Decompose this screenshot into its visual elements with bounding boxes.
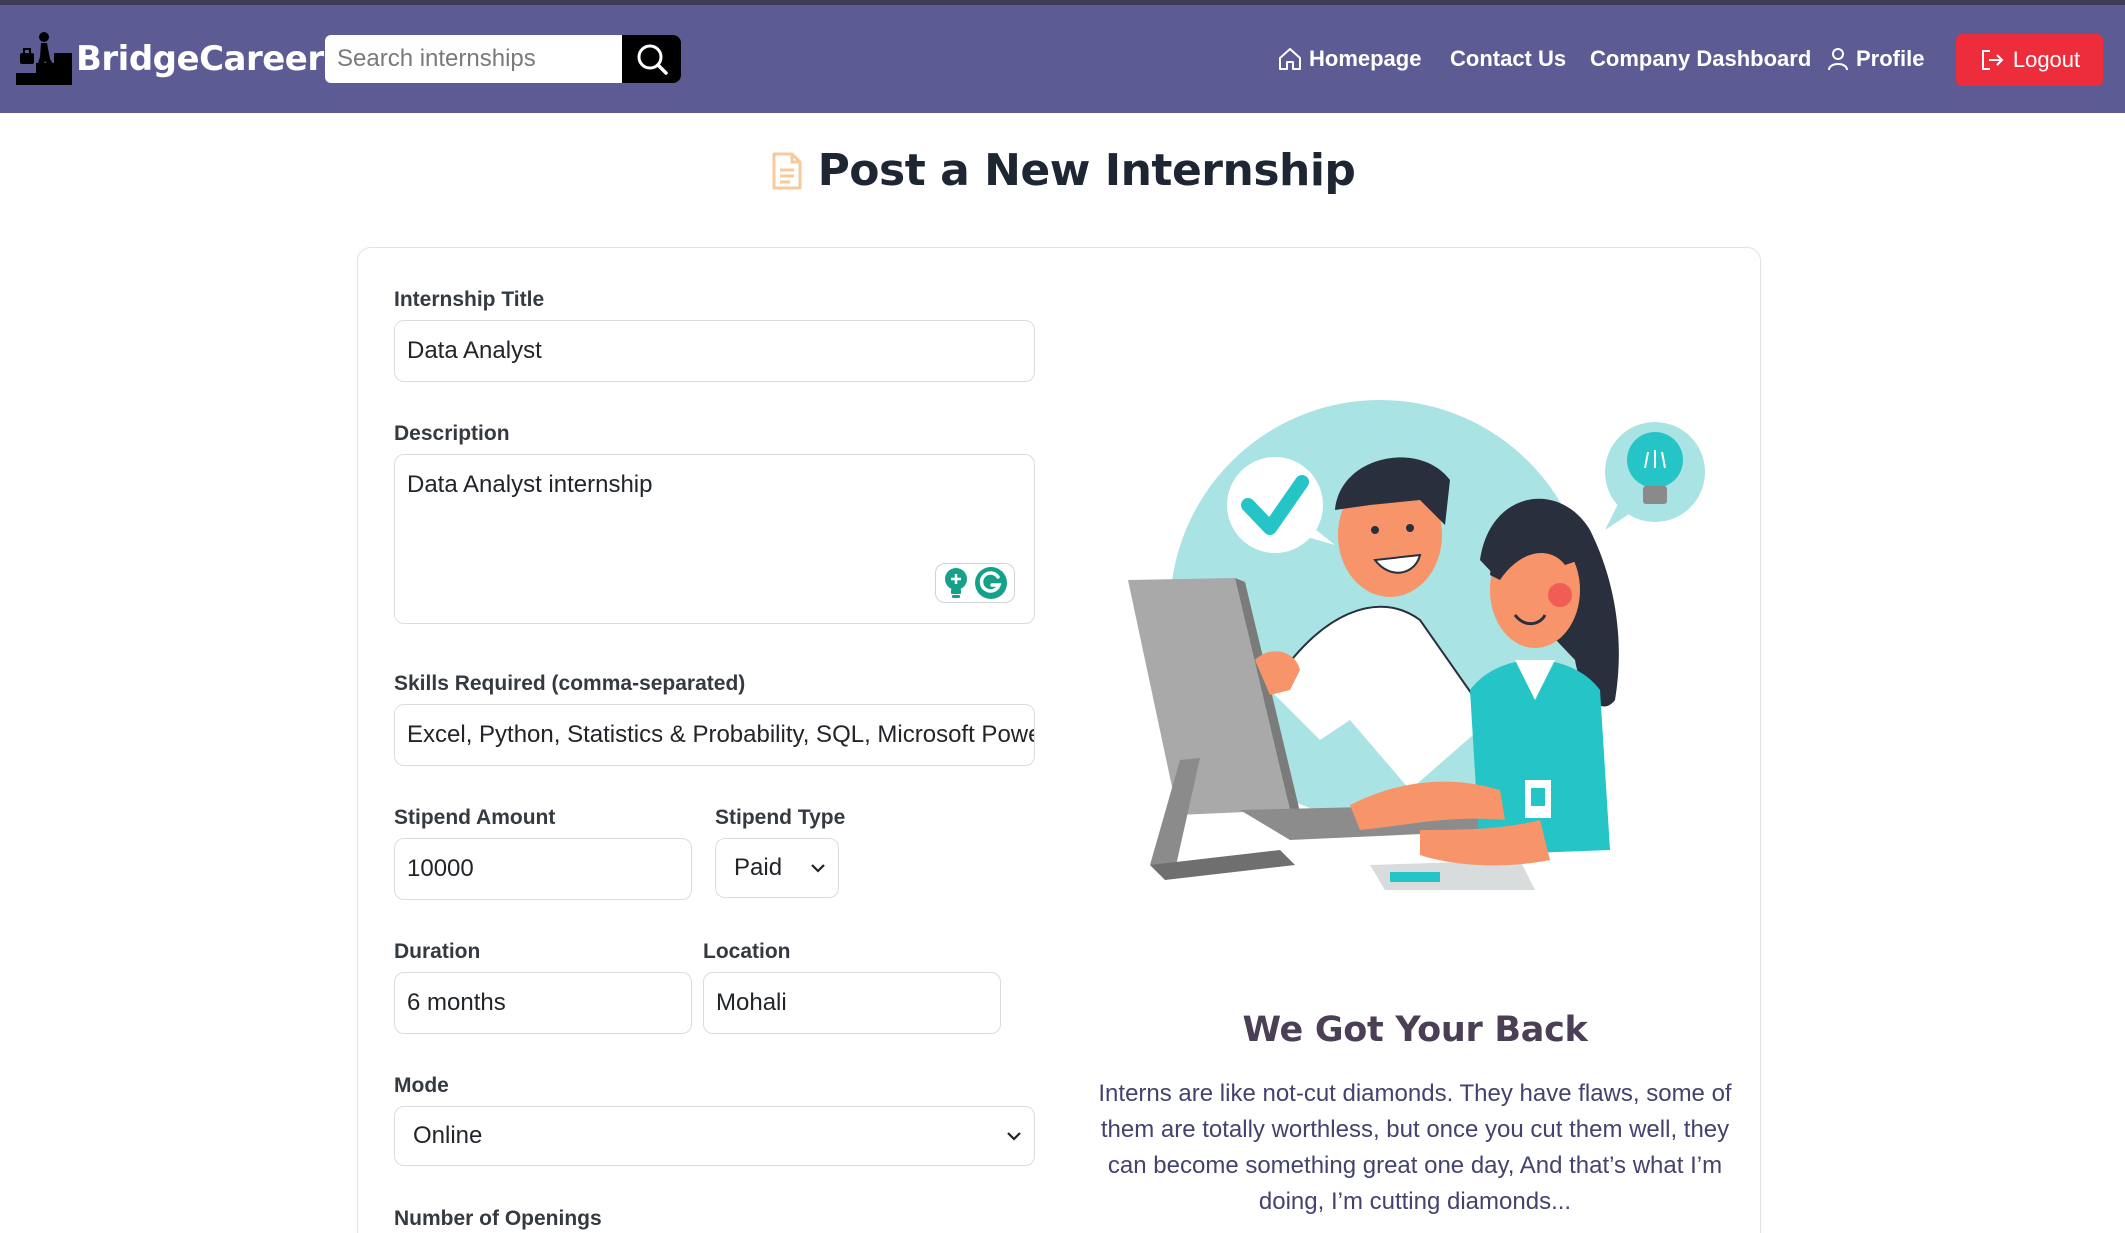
home-icon	[1279, 48, 1301, 70]
stipend-type-label: Stipend Type	[715, 806, 846, 829]
stipend-type-value: Paid	[734, 854, 783, 881]
title-label: Internship Title	[394, 288, 545, 311]
internship-title-input[interactable]: Data Analyst	[394, 320, 1035, 382]
nav-contact-label: Contact Us	[1450, 46, 1567, 71]
side-quote: Interns are like not-cut diamonds. They …	[1098, 1080, 1732, 1215]
nav-company-dashboard-label: Company Dashboard	[1590, 46, 1812, 71]
skills-label: Skills Required (comma-separated)	[394, 672, 746, 695]
duration-input[interactable]: 6 months	[394, 972, 692, 1034]
skills-input[interactable]: Excel, Python, Statistics & Probability,…	[394, 704, 1035, 766]
team-illustration	[1128, 400, 1705, 890]
description-label: Description	[394, 422, 510, 445]
navbar: BridgeCareer Homepage Contact Us Company…	[0, 5, 2125, 113]
location-label: Location	[703, 940, 791, 963]
nav-profile-label: Profile	[1856, 46, 1925, 71]
stipend-type-select[interactable]: Paid	[715, 838, 839, 898]
logout-icon	[1981, 50, 2004, 70]
nav-company-dashboard[interactable]: Company Dashboard	[1590, 35, 1811, 83]
lightbulb-icon	[945, 568, 967, 598]
nav-contact[interactable]: Contact Us	[1450, 35, 1566, 83]
chevron-down-icon	[811, 864, 825, 873]
location-input[interactable]: Mohali	[703, 972, 1001, 1034]
chevron-down-icon	[1007, 1132, 1021, 1141]
duration-label: Duration	[394, 940, 481, 963]
nav-profile[interactable]: Profile	[1826, 35, 1924, 83]
logout-button[interactable]: Logout	[1956, 34, 2103, 86]
grammarly-icon	[975, 567, 1007, 599]
mode-value: Online	[413, 1122, 483, 1149]
page-title-row: Post a New Internship	[0, 145, 2125, 196]
mode-label: Mode	[394, 1074, 449, 1097]
logout-label: Logout	[2012, 47, 2081, 72]
nav-homepage[interactable]: Homepage	[1277, 35, 1421, 83]
nav-homepage-label: Homepage	[1309, 46, 1422, 71]
stipend-amount-input[interactable]: 10000	[394, 838, 692, 900]
page-title: Post a New Internship	[817, 145, 1356, 196]
nav-links: Homepage Contact Us Company Dashboard Pr…	[0, 35, 2125, 83]
openings-label: Number of Openings	[394, 1207, 602, 1230]
stipend-amount-label: Stipend Amount	[394, 806, 556, 829]
grammarly-widget[interactable]	[935, 563, 1015, 603]
mode-select[interactable]: Online	[394, 1106, 1035, 1166]
user-icon	[1828, 48, 1848, 71]
side-heading: We Got Your Back	[1242, 1010, 1588, 1050]
document-icon	[772, 152, 802, 189]
